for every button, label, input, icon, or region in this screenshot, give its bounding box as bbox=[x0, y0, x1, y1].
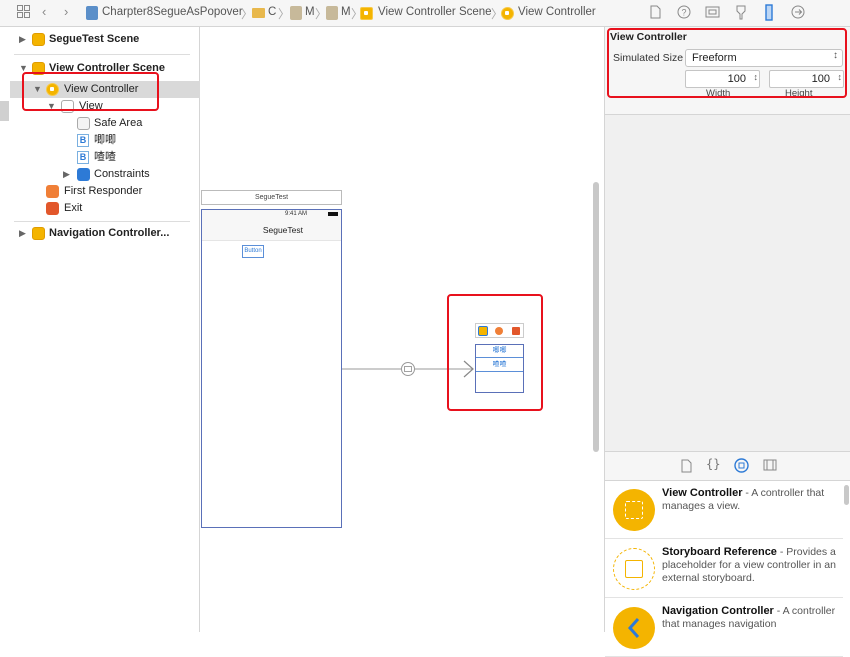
gutter-marker bbox=[0, 101, 9, 121]
outline-item-button[interactable]: B 唧唧 bbox=[0, 132, 200, 149]
button-icon: B bbox=[77, 134, 89, 147]
storyboard-canvas[interactable]: SegueTest 9:41 AM SegueTest Button 唧唧 喳喳 bbox=[201, 27, 603, 632]
status-time: 9:41 AM bbox=[284, 211, 307, 217]
outline-item-button[interactable]: B 喳喳 bbox=[0, 149, 200, 166]
folder-icon bbox=[252, 8, 265, 18]
help-icon[interactable]: ? bbox=[677, 5, 691, 22]
grid-icon[interactable] bbox=[17, 5, 30, 21]
library-tabs: {} bbox=[605, 451, 850, 481]
exit-icon bbox=[46, 202, 59, 215]
highlight-box bbox=[607, 28, 847, 98]
inspector-panel: View Controller Simulated Size Freeform … bbox=[604, 27, 850, 657]
breadcrumb-controller[interactable]: View Controller bbox=[518, 6, 596, 18]
battery-icon bbox=[328, 212, 338, 216]
view-controller-icon bbox=[613, 489, 655, 531]
outline-item-exit[interactable]: Exit bbox=[0, 200, 200, 217]
svg-text:?: ? bbox=[681, 8, 686, 18]
storyboard-reference-icon bbox=[613, 548, 655, 590]
canvas-scrollbar[interactable] bbox=[593, 182, 599, 452]
outline-label: Exit bbox=[64, 202, 83, 214]
library-item-text: View Controller - A controller that mana… bbox=[662, 487, 840, 513]
constraints-icon bbox=[77, 168, 90, 181]
outline-item-constraints[interactable]: ▶ Constraints bbox=[0, 166, 200, 183]
outline-item-seguetest-scene[interactable]: ▶ SegueTest Scene bbox=[0, 31, 200, 48]
file-inspector-icon[interactable] bbox=[650, 5, 661, 22]
connections-inspector-icon[interactable] bbox=[791, 5, 805, 22]
library-item-text: Storyboard Reference - Provides a placeh… bbox=[662, 546, 840, 585]
outline-label: Navigation Controller... bbox=[49, 227, 170, 239]
outline-item-safe-area[interactable]: Safe Area bbox=[0, 115, 200, 132]
size-inspector-icon[interactable] bbox=[765, 4, 773, 24]
forward-arrow-icon[interactable]: › bbox=[64, 4, 68, 19]
library-item-name: Navigation Controller bbox=[662, 605, 774, 617]
library-item-navigation-controller[interactable]: Navigation Controller - A controller tha… bbox=[605, 599, 843, 657]
divider bbox=[14, 221, 190, 222]
back-arrow-icon[interactable]: ‹ bbox=[42, 4, 46, 19]
library-item-view-controller[interactable]: View Controller - A controller that mana… bbox=[605, 481, 843, 539]
breadcrumb-file[interactable]: M bbox=[305, 6, 315, 18]
view-controller-scene[interactable]: 9:41 AM SegueTest Button bbox=[201, 209, 342, 528]
object-library-icon[interactable] bbox=[734, 458, 749, 476]
highlight-box bbox=[447, 294, 543, 411]
library-item-text: Navigation Controller - A controller tha… bbox=[662, 605, 840, 631]
breadcrumb-scene[interactable]: View Controller Scene bbox=[378, 6, 492, 18]
button-icon: B bbox=[77, 151, 89, 164]
scene-title-bar[interactable]: SegueTest bbox=[201, 190, 342, 205]
first-responder-icon bbox=[46, 185, 59, 198]
outline-item-navigation-controller[interactable]: ▶ Navigation Controller... bbox=[0, 225, 200, 242]
library-item-name: View Controller bbox=[662, 487, 743, 499]
attributes-inspector-icon[interactable] bbox=[734, 5, 748, 23]
project-icon bbox=[86, 6, 98, 20]
scene-icon bbox=[32, 227, 45, 240]
file-template-icon[interactable] bbox=[681, 459, 692, 476]
outline-label: First Responder bbox=[64, 185, 143, 197]
file-icon bbox=[290, 6, 302, 20]
file-icon bbox=[326, 6, 338, 20]
breadcrumb-file[interactable]: M bbox=[341, 6, 351, 18]
view-controller-icon bbox=[501, 7, 514, 20]
outline-label: Safe Area bbox=[94, 117, 143, 129]
breadcrumb-folder[interactable]: C bbox=[268, 6, 276, 18]
library-scrollbar[interactable] bbox=[844, 485, 849, 505]
safe-area-icon bbox=[77, 117, 90, 130]
highlight-box bbox=[22, 72, 159, 111]
scene-icon bbox=[360, 7, 373, 20]
library-item-storyboard-reference[interactable]: Storyboard Reference - Provides a placeh… bbox=[605, 540, 843, 598]
outline-label: SegueTest Scene bbox=[49, 33, 140, 45]
identity-inspector-icon[interactable] bbox=[705, 5, 720, 22]
disclosure-triangle-icon[interactable]: ▶ bbox=[19, 31, 26, 48]
object-library-list: View Controller - A controller that mana… bbox=[605, 481, 850, 657]
nav-title: SegueTest bbox=[262, 225, 303, 235]
outline-label: Constraints bbox=[94, 168, 150, 180]
jump-bar: ‹ › Charpter8SegueAsPopover 〉 C 〉 M 〉 M … bbox=[0, 0, 850, 27]
outline-label: 喳喳 bbox=[94, 151, 116, 163]
disclosure-triangle-icon[interactable]: ▶ bbox=[19, 225, 26, 242]
outline-item-first-responder[interactable]: First Responder bbox=[0, 183, 200, 200]
document-outline: ▶ SegueTest Scene ▼ View Controller Scen… bbox=[0, 27, 200, 632]
chevron-right-icon: 〉 bbox=[278, 7, 291, 21]
canvas-button[interactable]: Button bbox=[242, 245, 264, 258]
disclosure-triangle-icon[interactable]: ▶ bbox=[63, 166, 70, 183]
code-snippet-icon[interactable]: {} bbox=[706, 457, 720, 471]
navigation-controller-icon bbox=[613, 607, 655, 649]
breadcrumb-project[interactable]: Charpter8SegueAsPopover bbox=[102, 6, 243, 18]
library-item-name: Storyboard Reference bbox=[662, 546, 777, 558]
divider bbox=[14, 54, 190, 55]
media-library-icon[interactable] bbox=[763, 459, 777, 474]
scene-icon bbox=[32, 33, 45, 46]
outline-label: 唧唧 bbox=[94, 134, 116, 146]
